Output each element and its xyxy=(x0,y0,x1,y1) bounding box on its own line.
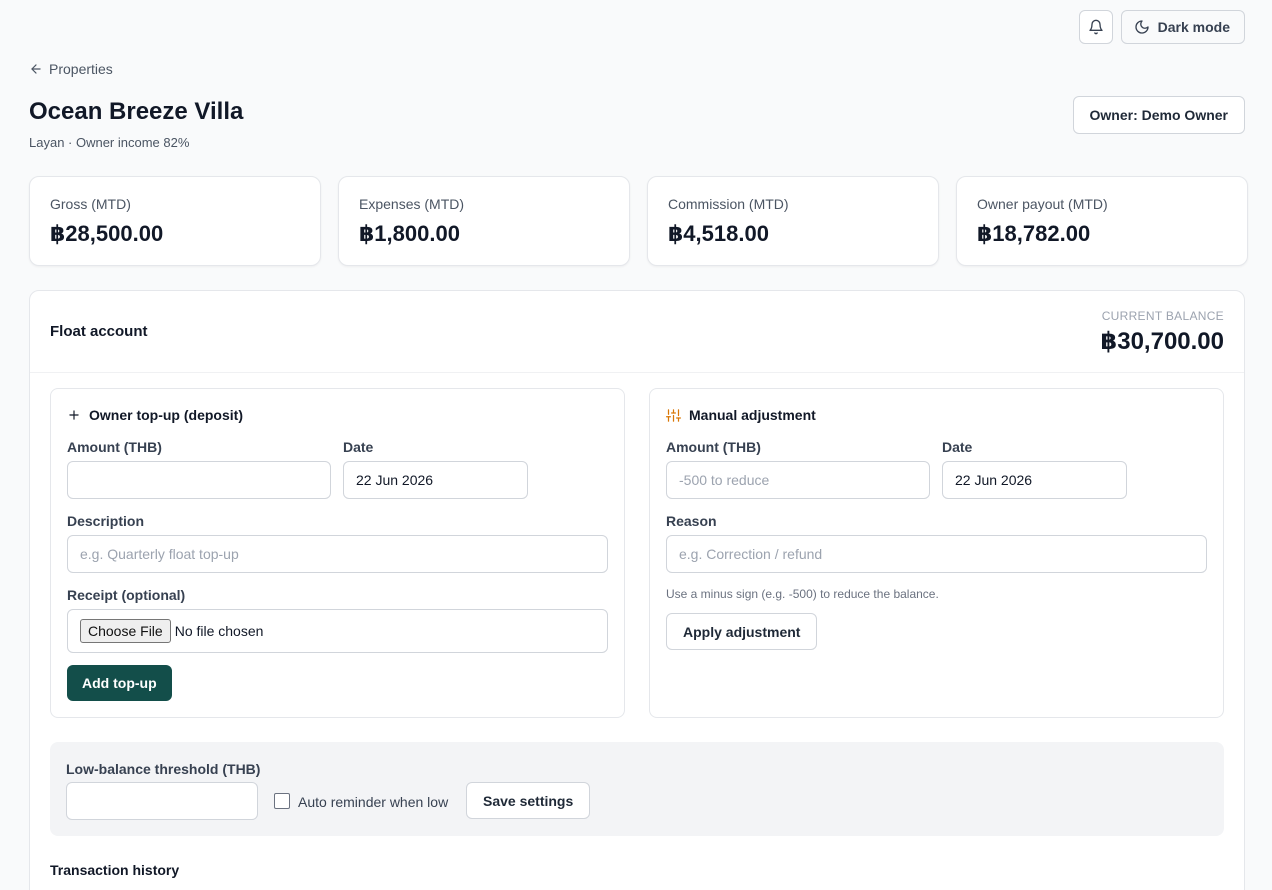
adjustment-amount-label: Amount (THB) xyxy=(666,439,761,455)
moon-icon xyxy=(1135,20,1149,34)
adjustment-date-label: Date xyxy=(942,439,973,455)
stat-card-commission: Commission (MTD) ฿4,518.00 xyxy=(647,176,939,266)
adjustment-amount-input[interactable]: -500 to reduce xyxy=(666,461,930,499)
topup-amount-input[interactable] xyxy=(67,461,331,499)
bell-icon xyxy=(1088,19,1103,35)
adjustment-hint: Use a minus sign (e.g. -500) to reduce t… xyxy=(666,587,939,601)
topup-amount-label: Amount (THB) xyxy=(67,439,162,455)
auto-reminder-checkbox[interactable] xyxy=(274,793,290,809)
topup-description-label: Description xyxy=(67,513,145,529)
stat-card-owner-payout: Owner payout (MTD) ฿18,782.00 xyxy=(956,176,1248,266)
adjustment-reason-label: Reason xyxy=(666,513,717,529)
adjustment-title-text: Manual adjustment xyxy=(689,407,816,423)
low-balance-settings: Low-balance threshold (THB) Auto reminde… xyxy=(50,742,1224,836)
topup-receipt-label: Receipt (optional) xyxy=(67,587,186,603)
owner-topup-panel: Owner top-up (deposit) Amount (THB) Date… xyxy=(50,388,625,718)
choose-file-button[interactable]: Choose File xyxy=(80,619,171,643)
stat-value: ฿18,782.00 xyxy=(977,221,1091,246)
apply-adjustment-button[interactable]: Apply adjustment xyxy=(666,613,818,650)
adjustment-reason-input[interactable]: e.g. Correction / refund xyxy=(666,535,1207,573)
transaction-history-title: Transaction history xyxy=(50,862,180,878)
threshold-label: Low-balance threshold (THB) xyxy=(66,761,261,777)
owner-button[interactable]: Owner: Demo Owner xyxy=(1072,96,1245,134)
stat-label: Owner payout (MTD) xyxy=(977,196,1108,212)
topup-title-text: Owner top-up (deposit) xyxy=(89,407,243,423)
current-balance-label: CURRENT BALANCE xyxy=(1101,309,1224,323)
plus-icon xyxy=(69,410,79,420)
stat-label: Expenses (MTD) xyxy=(359,196,465,212)
float-account-header: Float account CURRENT BALANCE ฿30,700.00 xyxy=(30,291,1244,373)
sliders-icon xyxy=(666,408,681,422)
back-label: Properties xyxy=(49,61,113,77)
stats-row: Gross (MTD) ฿28,500.00 Expenses (MTD) ฿1… xyxy=(29,176,1248,266)
stat-label: Gross (MTD) xyxy=(50,196,131,212)
stat-card-expenses: Expenses (MTD) ฿1,800.00 xyxy=(338,176,630,266)
page-title: Ocean Breeze Villa xyxy=(29,98,244,125)
back-to-properties-link[interactable]: Properties xyxy=(29,61,113,77)
stat-card-gross: Gross (MTD) ฿28,500.00 xyxy=(29,176,321,266)
stat-value: ฿1,800.00 xyxy=(359,221,460,246)
auto-reminder-label: Auto reminder when low xyxy=(298,794,449,810)
stat-value: ฿4,518.00 xyxy=(668,221,769,246)
topup-date-label: Date xyxy=(343,439,374,455)
topup-description-input[interactable]: e.g. Quarterly float top-up xyxy=(67,535,608,573)
topup-title: Owner top-up (deposit) xyxy=(67,407,243,423)
threshold-input[interactable] xyxy=(66,782,258,820)
current-balance-value: ฿30,700.00 xyxy=(1100,328,1224,355)
stat-label: Commission (MTD) xyxy=(668,196,789,212)
arrow-left-icon xyxy=(31,64,41,74)
adjustment-title: Manual adjustment xyxy=(666,407,816,423)
topup-date-input[interactable]: 22 Jun 2026 xyxy=(343,461,528,499)
adjustment-date-input[interactable]: 22 Jun 2026 xyxy=(942,461,1127,499)
stat-value: ฿28,500.00 xyxy=(50,221,164,246)
manual-adjustment-panel: Manual adjustment Amount (THB) -500 to r… xyxy=(649,388,1224,718)
save-settings-button[interactable]: Save settings xyxy=(466,782,591,819)
receipt-file-input[interactable]: Choose File No file chosen xyxy=(67,609,608,653)
property-subtitle: Layan · Owner income 82% xyxy=(29,135,190,150)
float-account-card: Float account CURRENT BALANCE ฿30,700.00… xyxy=(29,290,1245,890)
file-status: No file chosen xyxy=(174,623,264,639)
add-topup-button[interactable]: Add top-up xyxy=(67,665,172,701)
dark-mode-button[interactable]: Dark mode xyxy=(1120,10,1245,44)
dark-mode-label: Dark mode xyxy=(1157,19,1230,35)
top-bar: Dark mode xyxy=(1078,10,1245,44)
notifications-button[interactable] xyxy=(1078,10,1113,44)
float-account-title: Float account xyxy=(50,323,148,340)
